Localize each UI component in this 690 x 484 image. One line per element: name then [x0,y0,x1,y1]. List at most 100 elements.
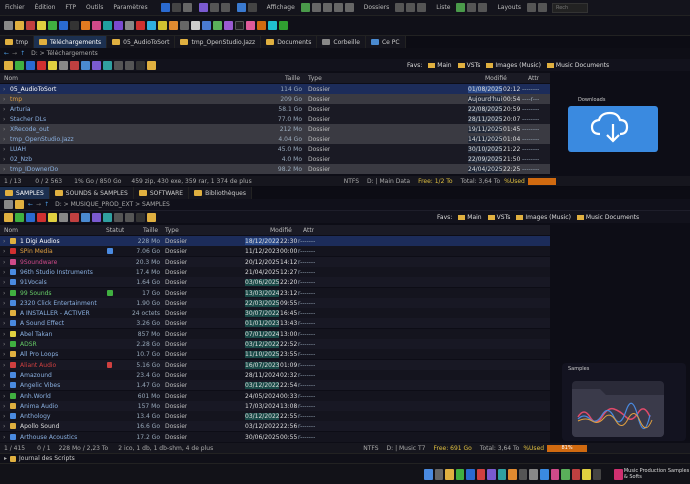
green2-app-icon[interactable] [213,21,222,30]
zip-icon[interactable] [70,60,79,70]
table-row[interactable]: › 91Vocals 1.64 Go Dossier 03/06/2025 22:20 r-… [0,277,550,288]
col-modified[interactable]: Modifié [270,227,292,234]
expand-icon[interactable]: › [3,403,5,410]
layout-icon[interactable] [526,3,536,12]
cyan2-app-icon[interactable] [268,21,277,30]
expand-icon[interactable]: › [3,290,5,297]
tab-documents[interactable]: Documents [261,36,318,48]
terminal-icon[interactable] [136,60,145,70]
zip-icon[interactable] [70,212,79,222]
script-journal-label[interactable]: Journal des Scripts [19,455,75,462]
expand-icon[interactable]: › [3,238,5,245]
table-row[interactable]: › 05_AudioToSort 114 Go Dossier 01/08/2025 02… [0,84,550,94]
list-b-icon[interactable] [467,3,477,12]
table-row[interactable]: › ADSR 2.28 Go Dossier 03/12/2022 22:52 r-----… [0,339,550,349]
row-name[interactable]: 05_AudioToSort [10,86,250,93]
expand-icon[interactable]: › [3,423,5,430]
table-row[interactable]: › Anh.World 601 Mo Dossier 24/05/2024 00:33 r-… [0,390,550,401]
tab-samples[interactable]: SAMPLES [0,187,50,199]
expand-icon[interactable]: › [3,116,5,123]
expand-icon[interactable]: › [3,434,5,441]
fav-vsts[interactable]: VSTs [497,214,511,221]
expand-icon[interactable]: › [3,413,5,420]
app5-task-icon[interactable] [529,468,539,480]
table-row[interactable]: › All Pro Loops 10.7 Go Dossier 11/10/2025 23… [0,349,550,360]
fav-vsts[interactable]: VSTs [467,62,481,69]
table-row[interactable]: › A INSTALLER - ACTIVER 24 octets Dossier 30… [0,308,550,319]
fav-music-docs[interactable]: Music Documents [556,62,609,69]
row-name[interactable]: 02_Nzb [10,156,250,163]
col-type[interactable]: Type [165,227,179,234]
table-row[interactable]: › 99 Sounds 17 Go Dossier 13/03/2024 23:12 r--… [0,287,550,298]
teal-app-icon[interactable] [103,21,112,30]
grey-app-icon[interactable] [180,21,189,30]
expand-icon[interactable]: › [3,259,5,266]
expand-icon[interactable]: ▸ [4,455,7,462]
filter-icon[interactable] [114,212,123,222]
col-type[interactable]: Type [308,75,322,82]
table-row[interactable]: › tmp_OpenStudio.Jazz 4.04 Go Dossier 14/11/… [0,134,550,144]
expand-icon[interactable]: › [3,362,5,369]
pink2-app-icon[interactable] [246,21,255,30]
tab-libraries[interactable]: Bibliothèques [189,187,252,199]
expand-icon[interactable]: › [3,96,5,103]
menu-ftp[interactable]: FTP [60,4,81,11]
explorer-task-icon[interactable] [445,468,454,480]
menu-tools[interactable]: Outils [81,4,108,11]
list-c-icon[interactable] [478,3,488,12]
drive-icon[interactable] [4,21,13,30]
forward-icon[interactable]: → [36,201,41,208]
table-row[interactable]: › Arthouse Acoustics 17.2 Go Dossier 30/06/2… [0,431,550,442]
expand-icon[interactable]: › [3,156,5,163]
properties-icon[interactable] [59,212,68,222]
row-name[interactable]: Angelic Vibes [20,382,106,389]
row-name[interactable]: Anthology [20,413,106,420]
expand-icon[interactable]: › [3,300,5,307]
row-name[interactable]: A INSTALLER - ACTIVER [20,310,106,317]
violet-app-icon[interactable] [224,21,233,30]
row-name[interactable]: 1 Digi Audios [20,238,106,245]
table-row[interactable]: › Arturia 58.1 Go Dossier 22/08/2025 20:59 ---… [0,104,550,114]
menu-folders[interactable]: Dossiers [359,4,395,11]
cyan-app-icon[interactable] [147,21,156,30]
table-row[interactable]: › 02_Nzb 4.0 Mo Dossier 22/09/2025 21:50 -----… [0,154,550,164]
folder-split-icon[interactable] [417,3,427,12]
image-icon[interactable] [103,212,112,222]
fav-main[interactable]: Main [467,214,481,221]
expand-icon[interactable]: › [3,310,5,317]
copy-icon[interactable] [171,3,181,12]
expand-icon[interactable]: › [3,320,5,327]
tab-tmp[interactable]: tmp [0,36,35,48]
expand-icon[interactable]: › [3,248,5,255]
row-name[interactable]: 2320 Click Entertainment [20,300,106,307]
col-attr[interactable]: Attr [303,227,314,234]
search-icon[interactable] [15,21,24,30]
expand-icon[interactable]: › [3,86,5,93]
black-app-icon[interactable] [235,21,244,30]
drive-icon[interactable] [4,200,13,209]
expand-icon[interactable]: › [3,341,5,348]
top-path[interactable]: D: > Téléchargements [31,50,98,57]
image-icon[interactable] [103,60,112,70]
folder-flat-icon[interactable] [406,3,416,12]
col-size[interactable]: Taille [143,227,158,234]
properties-icon[interactable] [59,60,68,70]
copy-to-icon[interactable] [26,212,35,222]
app2-task-icon[interactable] [497,468,507,480]
back-icon[interactable]: ← [4,50,9,57]
row-name[interactable]: Amazound [20,372,106,379]
note-icon[interactable] [37,21,46,30]
app3-task-icon[interactable] [508,468,517,480]
move-icon[interactable] [15,60,24,70]
table-row[interactable]: › XRecode_out 212 Mo Dossier 19/11/2025 01:45… [0,124,550,134]
table-row[interactable]: › 96th Studio Instruments 17.4 Mo Dossier 21… [0,266,550,277]
list-a-icon[interactable] [456,3,466,12]
tab-this-pc[interactable]: Ce PC [365,36,406,48]
row-name[interactable]: A Sound Effect [20,320,106,327]
menu-edit[interactable]: Édition [30,4,61,11]
row-name[interactable]: Arturia [10,106,250,113]
fav-images[interactable]: Images (Music) [525,214,571,221]
row-name[interactable]: Aliant Audio [20,362,106,369]
new-folder-icon[interactable] [4,212,13,222]
back-icon[interactable]: ← [28,201,33,208]
